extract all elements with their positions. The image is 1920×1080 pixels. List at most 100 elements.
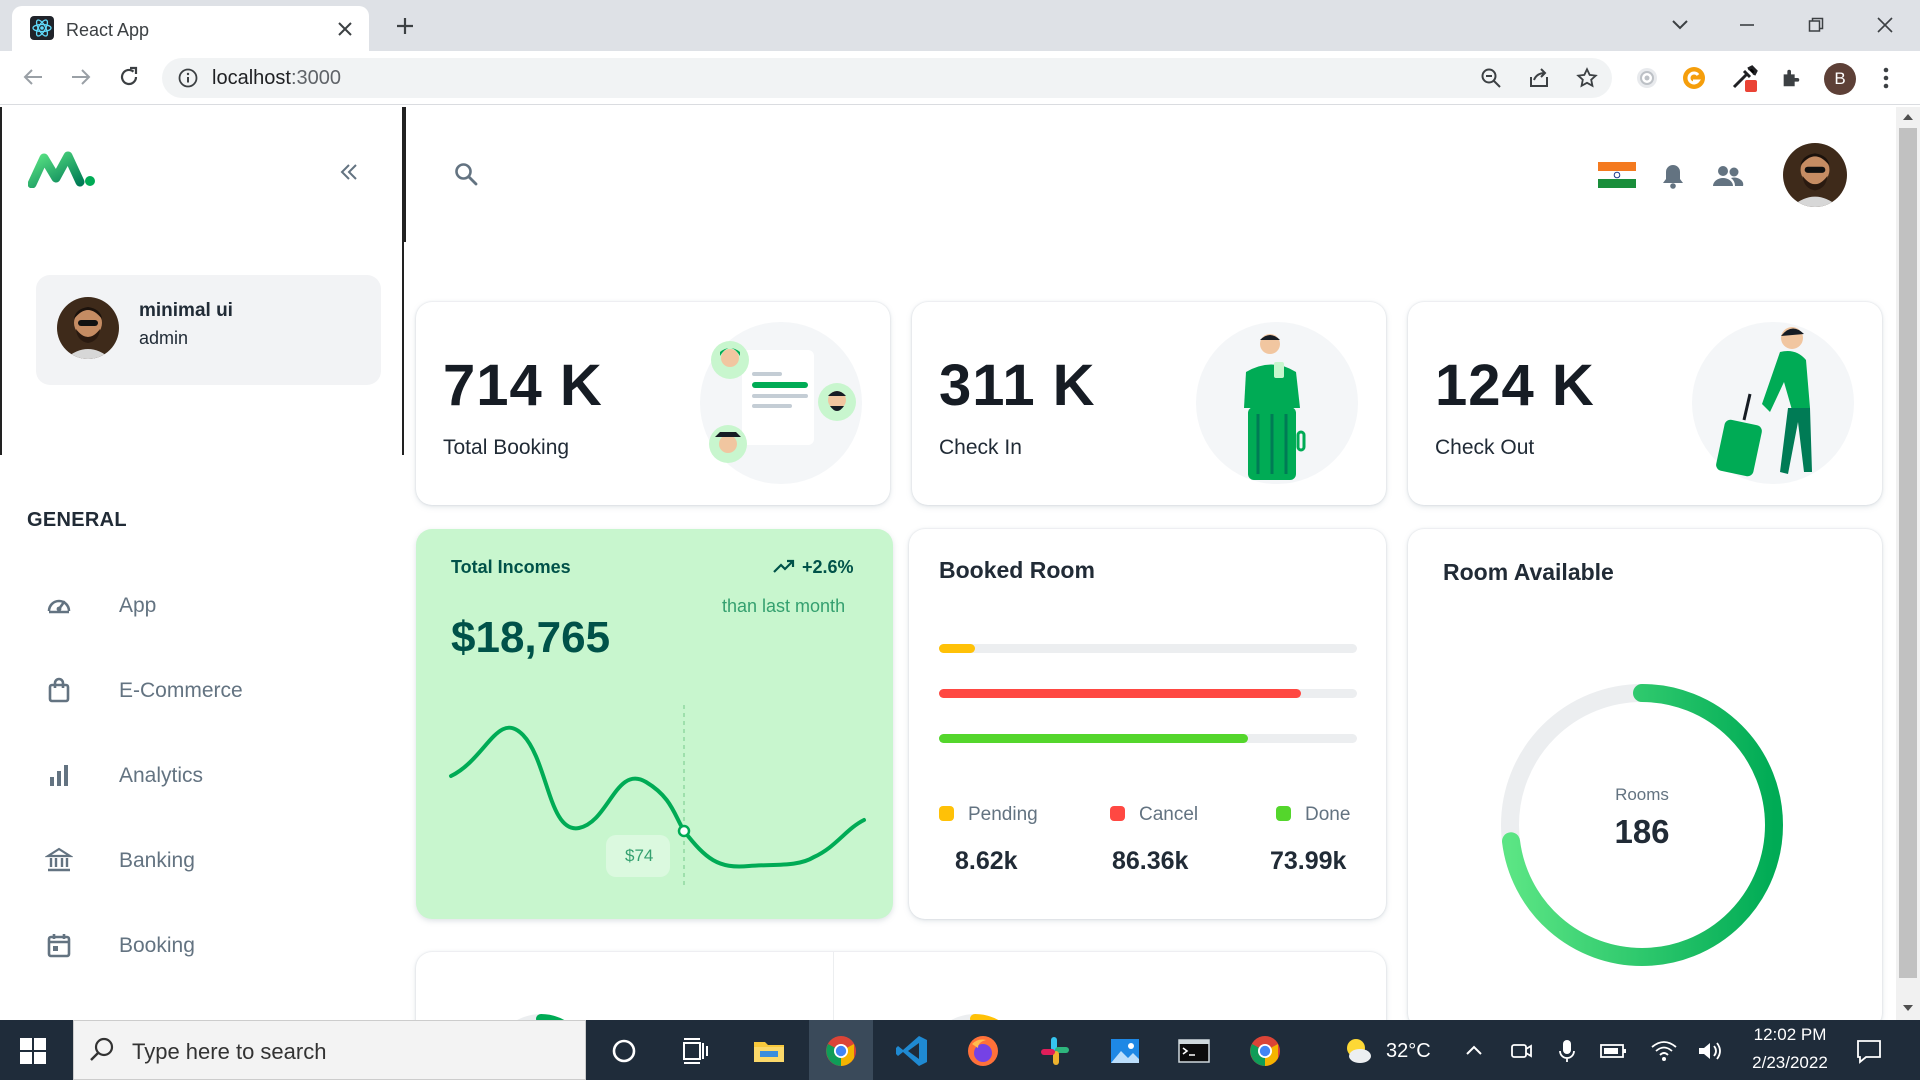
wifi-icon[interactable] — [1647, 1034, 1681, 1068]
stat-card-check-out: 124 K Check Out — [1408, 302, 1882, 505]
minimize-window-icon[interactable] — [1732, 10, 1762, 40]
windows-start-icon[interactable] — [20, 1038, 46, 1064]
cancel-value: 86.36k — [1112, 847, 1189, 875]
extensions-puzzle-icon[interactable] — [1777, 64, 1805, 92]
url-text[interactable]: localhost:3000 — [212, 67, 341, 90]
check-in-illustration — [1196, 322, 1358, 484]
slack-icon[interactable] — [1038, 1034, 1072, 1068]
sidebar-item-booking[interactable]: Booking — [27, 915, 387, 975]
progress-track-pending — [939, 644, 1357, 653]
chrome-icon[interactable] — [824, 1034, 858, 1068]
battery-icon[interactable] — [1596, 1034, 1630, 1068]
new-tab-icon[interactable] — [390, 11, 420, 41]
extension-camera-icon[interactable] — [1633, 64, 1661, 92]
tab-title: React App — [66, 20, 150, 40]
room-available-title: Room Available — [1443, 559, 1614, 585]
india-flag-icon[interactable] — [1598, 162, 1636, 188]
share-icon[interactable] — [1525, 64, 1553, 92]
legend-label: Done — [1305, 804, 1351, 825]
close-tab-icon[interactable] — [334, 18, 356, 40]
sidebar-item-label: Analytics — [119, 764, 204, 787]
stat-value: 714 K — [443, 353, 603, 418]
taskbar-clock-time[interactable]: 12:02 PM — [1735, 1025, 1845, 1045]
microphone-icon[interactable] — [1550, 1034, 1584, 1068]
bar-chart-icon — [45, 761, 73, 789]
sidebar-item-analytics[interactable]: Analytics — [27, 745, 387, 805]
reload-icon[interactable] — [114, 62, 144, 92]
file-explorer-icon[interactable] — [752, 1034, 786, 1068]
legend-pending: Pending — [939, 804, 1038, 826]
legend-label: Pending — [968, 804, 1038, 825]
show-hidden-icons-chevron-icon[interactable] — [1457, 1034, 1491, 1068]
taskbar-search-placeholder: Type here to search — [132, 1039, 327, 1064]
stat-label: Check In — [939, 436, 1022, 459]
progress-track-done — [939, 734, 1357, 743]
extension-grammarly-icon[interactable] — [1680, 64, 1708, 92]
notification-bell-icon[interactable] — [1656, 159, 1690, 193]
check-out-illustration — [1692, 322, 1854, 484]
progress-fill-pending — [939, 644, 975, 653]
header-divider — [404, 107, 406, 242]
contacts-people-icon[interactable] — [1709, 159, 1747, 193]
taskbar-search-icon — [88, 1036, 116, 1064]
vscode-icon[interactable] — [895, 1034, 929, 1068]
photos-icon[interactable] — [1108, 1034, 1142, 1068]
collapse-sidebar-icon[interactable] — [333, 156, 365, 188]
chrome-secondary-icon[interactable] — [1248, 1034, 1282, 1068]
bank-icon — [45, 846, 73, 874]
legend-dot-pending — [939, 806, 954, 821]
sidebar-item-banking[interactable]: Banking — [27, 830, 387, 890]
sidebar-item-label: App — [119, 594, 157, 617]
progress-fill-done — [939, 734, 1249, 743]
zoom-out-icon[interactable] — [1477, 64, 1505, 92]
browser-menu-icon[interactable] — [1872, 64, 1900, 92]
done-value: 73.99k — [1270, 847, 1347, 875]
taskbar-clock-date[interactable]: 2/23/2022 — [1735, 1053, 1845, 1073]
stat-value: 311 K — [939, 353, 1096, 418]
forward-arrow-icon[interactable] — [66, 62, 96, 92]
restore-window-icon[interactable] — [1801, 10, 1831, 40]
site-info-icon[interactable] — [176, 66, 200, 90]
url-port: :3000 — [290, 67, 341, 89]
legend-dot-done — [1276, 806, 1291, 821]
bookmark-star-icon[interactable] — [1573, 64, 1601, 92]
sidebar-item-ecommerce[interactable]: E-Commerce — [27, 660, 387, 720]
scroll-down-arrow-icon[interactable] — [1902, 1003, 1914, 1013]
notification-center-icon[interactable] — [1852, 1034, 1886, 1068]
weather-temperature[interactable]: 32°C — [1386, 1040, 1431, 1063]
terminal-icon[interactable] — [1177, 1034, 1211, 1068]
stat-card-total-booking: 714 K Total Booking — [416, 302, 890, 505]
address-bar[interactable] — [162, 58, 1612, 98]
account-role: admin — [139, 328, 189, 348]
close-window-icon[interactable] — [1870, 10, 1900, 40]
firefox-icon[interactable] — [966, 1034, 1000, 1068]
volume-icon[interactable] — [1693, 1034, 1727, 1068]
pending-value: 8.62k — [955, 847, 1018, 875]
back-arrow-icon[interactable] — [18, 62, 48, 92]
legend-dot-cancel — [1110, 806, 1125, 821]
account-name: minimal ui — [139, 300, 233, 321]
window-edge-line — [0, 107, 2, 455]
browser-tab[interactable]: React App — [12, 6, 369, 51]
page-scrollbar-thumb[interactable] — [1899, 128, 1917, 978]
tab-search-chevron-icon[interactable] — [1665, 10, 1695, 40]
app-logo[interactable] — [28, 150, 96, 188]
sidebar-item-app[interactable]: App — [27, 575, 387, 635]
booking-illustration — [700, 322, 862, 484]
rooms-center-label: Rooms — [1615, 785, 1669, 804]
sidebar-item-label: Booking — [119, 934, 195, 957]
meet-now-icon[interactable] — [1504, 1034, 1538, 1068]
sidebar-item-label: Banking — [119, 849, 195, 872]
legend-cancel: Cancel — [1110, 804, 1198, 826]
shopping-bag-icon — [45, 676, 73, 704]
extension-eyedropper-icon[interactable] — [1729, 64, 1759, 94]
search-icon[interactable] — [450, 158, 482, 190]
weather-icon[interactable] — [1340, 1034, 1374, 1068]
scroll-up-arrow-icon[interactable] — [1902, 112, 1914, 122]
room-available-card: Room Available Rooms 186 — [1408, 529, 1882, 1029]
cortana-icon[interactable] — [607, 1034, 641, 1068]
profile-avatar-button[interactable]: B — [1824, 63, 1856, 95]
task-view-icon[interactable] — [678, 1034, 712, 1068]
total-incomes-card: Total Incomes +2.6% than last month $18,… — [416, 529, 893, 919]
user-avatar[interactable] — [1783, 143, 1847, 207]
